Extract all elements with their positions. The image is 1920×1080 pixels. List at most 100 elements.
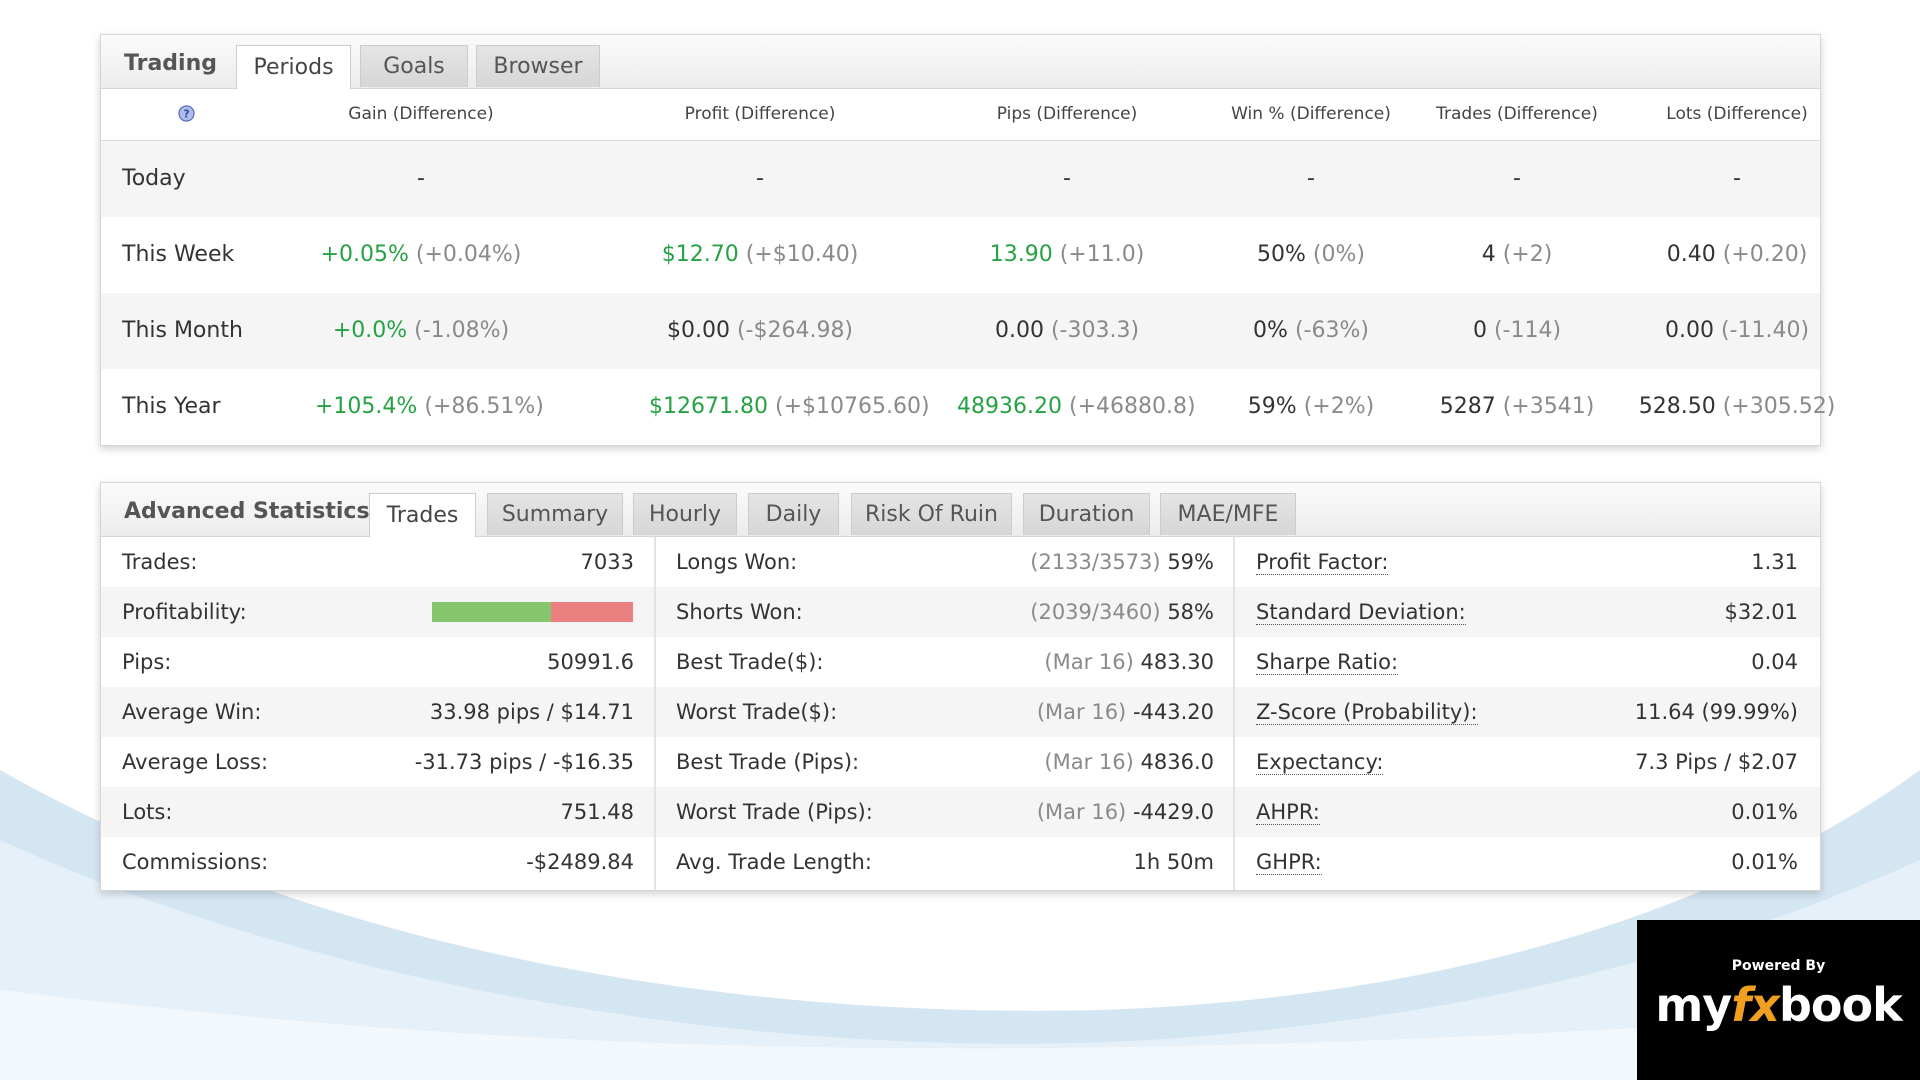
logo-book: book [1778, 978, 1903, 1032]
cell-trades: 4 (+2) [1407, 217, 1627, 293]
cell-win: 0% (-63%) [1201, 293, 1421, 369]
stat-label-text: Sharpe Ratio: [1256, 650, 1399, 675]
tab-risk-of-ruin[interactable]: Risk Of Ruin [851, 493, 1012, 535]
cell-value: 59% [1247, 394, 1297, 419]
cell-win: 50% (0%) [1201, 217, 1421, 293]
stat-label: Average Win: [122, 700, 262, 724]
stats-row: Average Loss: -31.73 pips / -$16.35 Best T… [101, 737, 1820, 787]
stats-row: Pips: 50991.6 Best Trade($): (Mar 16) 483.3… [101, 637, 1820, 687]
stat-value: (Mar 16) -443.20 [1037, 687, 1214, 737]
stat-label-link[interactable]: Z-Score (Probability): [1256, 687, 1478, 737]
myfxbook-logo: myfxbook [1637, 978, 1920, 1032]
cell-gain: - [315, 141, 527, 217]
cell-profit: $12.70 (+$10.40) [649, 217, 871, 293]
stat-value: 50991.6 [547, 650, 634, 674]
stats-row: Profitability: Shorts Won: (2039/3460) 58%… [101, 587, 1820, 637]
advanced-stats-grid: Trades: 7033 Longs Won: (2133/3573) 59% Prof… [101, 537, 1820, 887]
stat-value: (Mar 16) -4429.0 [1037, 787, 1214, 837]
stats-row: Trades: 7033 Longs Won: (2133/3573) 59% Prof… [101, 537, 1820, 587]
cell-gain: +0.0% (-1.08%) [315, 293, 527, 369]
cell-trades: 0 (-114) [1407, 293, 1627, 369]
stat-label: Best Trade (Pips): [676, 750, 860, 774]
stat-label-link[interactable]: Profit Factor: [1256, 537, 1389, 587]
cell-value: 0.40 [1666, 242, 1716, 267]
stat-label-link[interactable]: Expectancy: [1256, 737, 1384, 787]
cell-difference: (+$10765.60) [774, 394, 930, 419]
cell-difference: (+11.0) [1059, 242, 1145, 267]
profitability-loss-segment [550, 602, 633, 622]
cell-difference: (-303.3) [1050, 318, 1140, 343]
stat-label: Profitability: [122, 600, 247, 624]
periods-table-body: Today - - - - - - This Week +0.05% (+0.04%) $12.7… [101, 141, 1835, 445]
stat-label-link[interactable]: Standard Deviation: [1256, 587, 1466, 637]
period-label: This Year [122, 394, 221, 419]
tab-duration[interactable]: Duration [1023, 493, 1150, 535]
svg-text:?: ? [183, 108, 189, 120]
tab-hourly[interactable]: Hourly [633, 493, 737, 535]
advanced-statistics-panel: Advanced Statistics Trades Summary Hourl… [100, 482, 1821, 891]
cell-lots: - [1627, 141, 1847, 217]
stat-value: 7.3 Pips / $2.07 [1635, 750, 1798, 774]
tab-daily[interactable]: Daily [748, 493, 839, 535]
cell-value: 4 [1481, 242, 1496, 267]
cell-profit: $12671.80 (+$10765.60) [649, 369, 930, 445]
question-circle-icon[interactable]: ? [178, 105, 195, 122]
powered-by-myfxbook-badge[interactable]: Powered By myfxbook [1637, 920, 1920, 1080]
cell-lots: 0.00 (-11.40) [1627, 293, 1847, 369]
cell-difference: (-63%) [1294, 318, 1369, 343]
tab-goals[interactable]: Goals [360, 45, 468, 87]
cell-difference: (+0.20) [1722, 242, 1808, 267]
period-label: This Month [122, 318, 243, 343]
periods-row: This Month +0.0% (-1.08%) $0.00 (-$264.98)… [101, 293, 1820, 369]
stat-meta: (Mar 16) [1044, 750, 1134, 774]
cell-pips: - [957, 141, 1177, 217]
stats-row: Lots: 751.48 Worst Trade (Pips): (Mar 16) -… [101, 787, 1820, 837]
cell-value: 50% [1257, 242, 1306, 267]
cell-difference: (-1.08%) [414, 318, 510, 343]
periods-header-row: ? Gain (Difference) Profit (Difference) … [101, 89, 1820, 141]
tab-periods[interactable]: Periods [236, 45, 351, 89]
stat-value: $32.01 [1724, 600, 1798, 624]
col-header-lots: Lots (Difference) [1666, 104, 1808, 124]
cell-win: - [1201, 141, 1421, 217]
stat-value: 0.04 [1751, 650, 1798, 674]
column-divider [654, 537, 656, 890]
stat-value-text: -443.20 [1132, 700, 1214, 724]
stat-value: 751.48 [560, 800, 634, 824]
stat-meta: (Mar 16) [1036, 800, 1127, 824]
stat-label: Lots: [122, 800, 173, 824]
cell-value: +0.05% [320, 242, 409, 267]
tab-browser[interactable]: Browser [476, 45, 600, 87]
column-divider [1233, 537, 1235, 890]
profitability-bar [432, 602, 633, 622]
cell-value: 0% [1253, 318, 1288, 343]
cell-pips: 13.90 (+11.0) [957, 217, 1177, 293]
stat-label-text: GHPR: [1256, 850, 1322, 875]
cell-difference: (-114) [1493, 318, 1562, 343]
stat-label-text: Z-Score (Probability): [1256, 700, 1478, 725]
cell-pips: 48936.20 (+46880.8) [957, 369, 1196, 445]
cell-value: 48936.20 [957, 394, 1062, 419]
stat-label: Best Trade($): [676, 650, 824, 674]
cell-value: $12671.80 [649, 394, 768, 419]
stat-label-link[interactable]: Sharpe Ratio: [1256, 637, 1399, 687]
stat-value: 0.01% [1731, 800, 1798, 824]
stat-value: 1h 50m [1133, 837, 1214, 887]
stat-label-link[interactable]: AHPR: [1256, 787, 1320, 837]
tab-mae-mfe[interactable]: MAE/MFE [1160, 493, 1296, 535]
period-label: This Week [122, 242, 235, 267]
cell-profit: $0.00 (-$264.98) [649, 293, 871, 369]
stat-label: Average Loss: [122, 750, 269, 774]
tab-summary[interactable]: Summary [487, 493, 623, 535]
cell-value: 13.90 [989, 242, 1053, 267]
col-header-pips: Pips (Difference) [996, 104, 1138, 124]
cell-value: - [417, 166, 425, 191]
stat-label: Worst Trade($): [676, 700, 838, 724]
trading-tab-bar: Trading Periods Goals Browser [101, 35, 1820, 89]
stat-label-link[interactable]: GHPR: [1256, 837, 1322, 887]
cell-pips: 0.00 (-303.3) [957, 293, 1177, 369]
cell-difference: (+46880.8) [1068, 394, 1196, 419]
cell-value: $0.00 [666, 318, 730, 343]
periods-row: This Year +105.4% (+86.51%) $12671.80 (+$1… [101, 369, 1835, 445]
tab-trades[interactable]: Trades [369, 493, 476, 537]
